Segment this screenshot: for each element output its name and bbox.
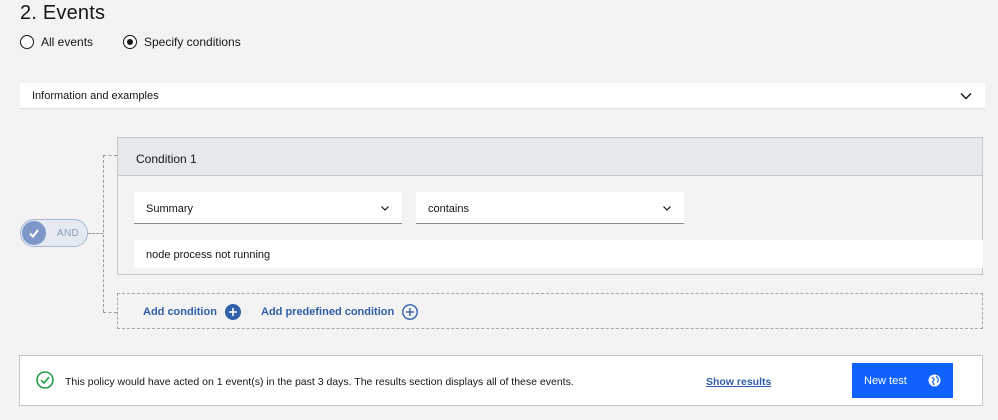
section-title: 2. Events xyxy=(20,2,106,24)
checkmark-icon xyxy=(22,221,46,245)
condition-title: Condition 1 xyxy=(136,152,197,166)
add-predefined-condition-button[interactable]: Add predefined condition xyxy=(261,304,419,320)
and-or-toggle[interactable]: AND xyxy=(20,219,88,247)
test-result-message: This policy would have acted on 1 event(… xyxy=(65,376,574,388)
radio-circle-icon[interactable] xyxy=(20,35,34,49)
add-predefined-condition-label: Add predefined condition xyxy=(261,306,395,318)
chevron-down-icon[interactable] xyxy=(959,89,973,103)
radio-specify-conditions-label: Specify conditions xyxy=(144,35,241,49)
connector-line xyxy=(103,312,117,313)
condition-value-input[interactable]: node process not running xyxy=(134,240,983,268)
new-test-label: New test xyxy=(864,375,907,387)
new-test-button[interactable]: New test xyxy=(852,363,953,398)
field-select[interactable]: Summary xyxy=(134,192,402,224)
operator-select-value: contains xyxy=(428,203,469,215)
radio-specify-conditions[interactable]: Specify conditions xyxy=(123,35,241,49)
connector-line xyxy=(103,155,104,312)
add-filled-icon xyxy=(224,304,241,320)
condition-card: Condition 1 Summary contains node proces… xyxy=(117,137,983,275)
test-result-bar: This policy would have acted on 1 event(… xyxy=(19,355,983,406)
condition-value-text: node process not running xyxy=(146,249,271,261)
add-condition-button[interactable]: Add condition xyxy=(143,304,241,320)
add-condition-label: Add condition xyxy=(143,306,217,318)
radio-selected-icon[interactable] xyxy=(123,35,137,49)
connector-line xyxy=(103,155,117,156)
connector-line xyxy=(88,233,103,234)
field-select-value: Summary xyxy=(146,203,194,215)
condition-header: Condition 1 xyxy=(118,138,982,176)
accordion-label: Information and examples xyxy=(32,90,159,102)
information-accordion[interactable]: Information and examples xyxy=(20,83,985,109)
chevron-down-icon xyxy=(381,206,389,211)
show-results-link[interactable]: Show results xyxy=(706,376,771,388)
add-outline-icon xyxy=(402,304,419,320)
chevron-down-icon xyxy=(663,206,671,211)
radio-all-events-label: All events xyxy=(41,35,94,49)
and-toggle-label: AND xyxy=(57,228,80,239)
add-condition-area: Add condition Add predefined condition xyxy=(117,293,983,329)
radio-all-events[interactable]: All events xyxy=(20,35,93,49)
globe-icon xyxy=(928,374,941,387)
success-checkmark-icon xyxy=(36,371,54,389)
operator-select[interactable]: contains xyxy=(416,192,684,224)
